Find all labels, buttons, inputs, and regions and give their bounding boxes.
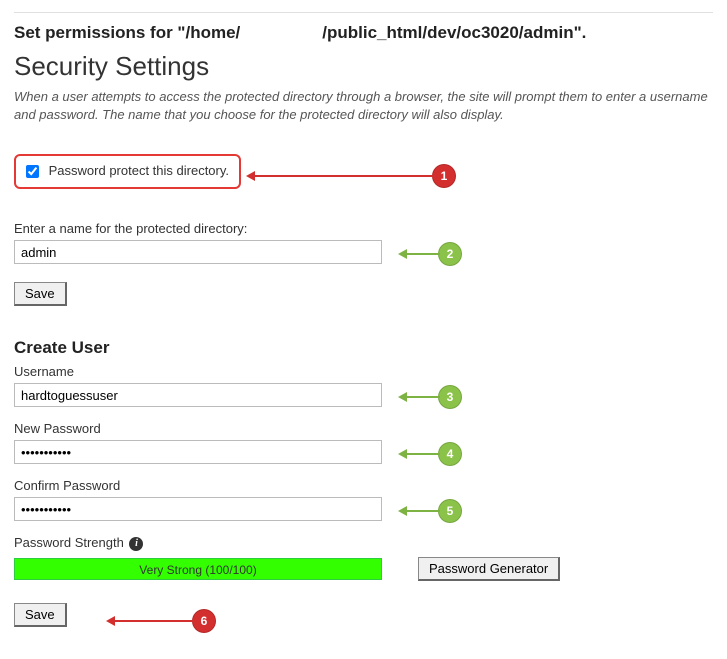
password-protect-box: Password protect this directory. (14, 154, 241, 189)
password-generator-button[interactable]: Password Generator (418, 557, 560, 581)
annotation-6: 6 (114, 609, 216, 633)
new-password-label: New Password (14, 421, 713, 436)
annotation-1: 1 (254, 164, 456, 188)
page-title: Set permissions for "/home/ /public_html/… (14, 23, 713, 43)
badge-6: 6 (192, 609, 216, 633)
title-suffix: /public_html/dev/oc3020/admin". (322, 23, 586, 42)
confirm-password-label: Confirm Password (14, 478, 713, 493)
badge-4: 4 (438, 442, 462, 466)
badge-1: 1 (432, 164, 456, 188)
create-user-heading: Create User (14, 338, 713, 358)
password-strength-bar: Very Strong (100/100) (14, 558, 382, 580)
save-button-top[interactable]: Save (14, 282, 67, 306)
username-input[interactable] (14, 383, 382, 407)
section-description: When a user attempts to access the prote… (14, 88, 713, 124)
annotation-3: 3 (406, 385, 462, 409)
redacted-user (240, 27, 322, 41)
annotation-2: 2 (406, 242, 462, 266)
section-heading: Security Settings (14, 51, 713, 82)
dir-name-label: Enter a name for the protected directory… (14, 221, 713, 236)
badge-3: 3 (438, 385, 462, 409)
top-divider (14, 12, 713, 13)
save-button-bottom[interactable]: Save (14, 603, 67, 627)
password-protect-checkbox[interactable] (26, 165, 39, 178)
confirm-password-input[interactable] (14, 497, 382, 521)
dir-name-input[interactable] (14, 240, 382, 264)
username-label: Username (14, 364, 713, 379)
password-strength-text: Password Strength (14, 535, 124, 550)
password-strength-label: Password Strength i (14, 535, 713, 551)
badge-5: 5 (438, 499, 462, 523)
info-icon[interactable]: i (129, 537, 143, 551)
badge-2: 2 (438, 242, 462, 266)
annotation-5: 5 (406, 499, 462, 523)
title-prefix: Set permissions for "/home/ (14, 23, 240, 42)
annotation-4: 4 (406, 442, 462, 466)
password-protect-label: Password protect this directory. (49, 163, 229, 178)
new-password-input[interactable] (14, 440, 382, 464)
